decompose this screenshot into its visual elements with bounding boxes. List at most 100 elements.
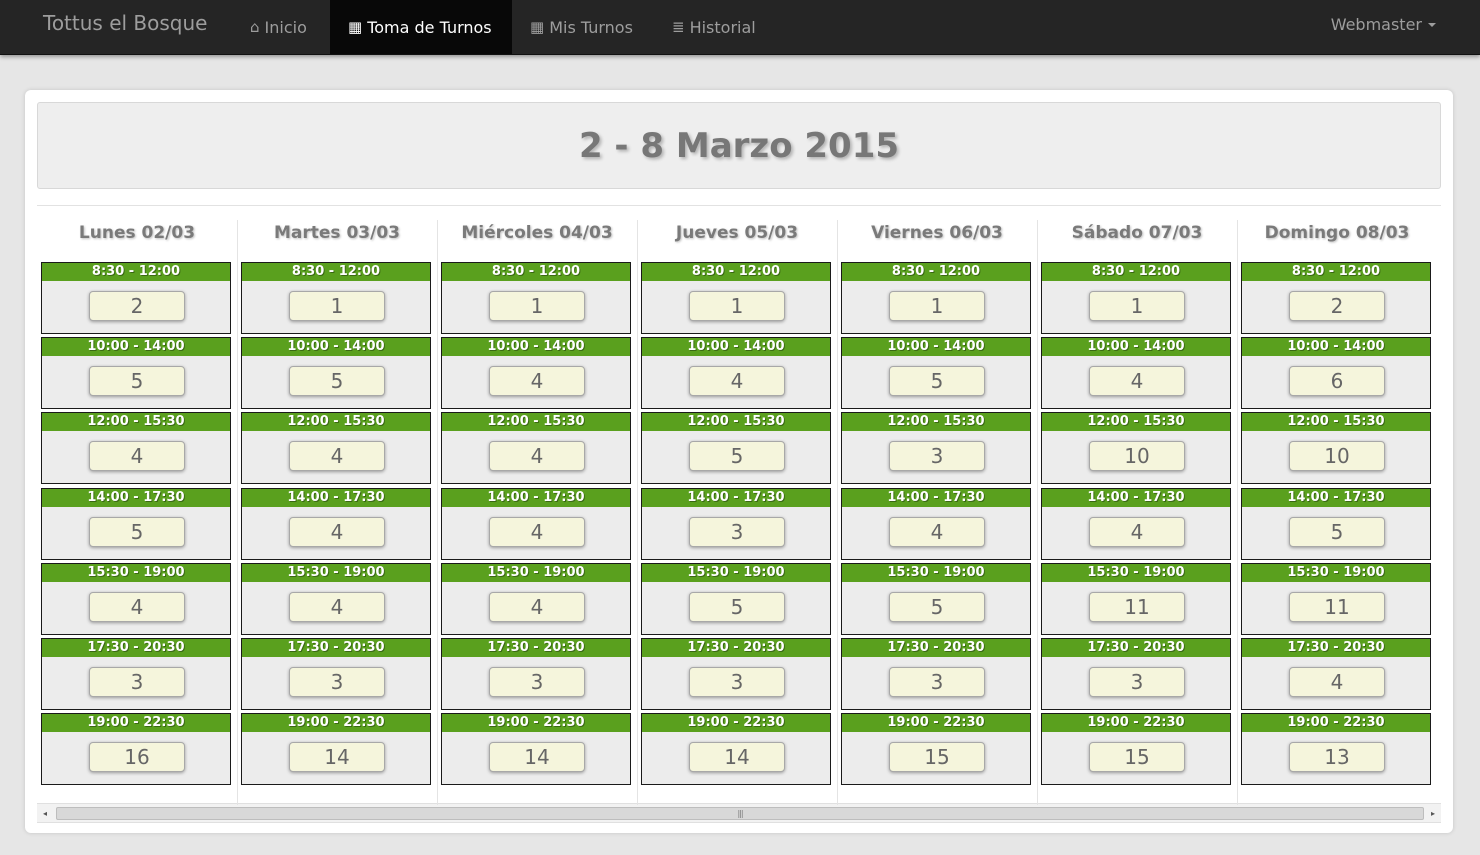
shift-count-button[interactable]: 14: [289, 742, 385, 772]
shift-time: 17:30 - 20:30: [1042, 639, 1230, 657]
shift-count-button[interactable]: 5: [89, 517, 185, 547]
shift-time: 15:30 - 19:00: [242, 564, 430, 582]
shift-slot: 15:30 - 19:00 5: [641, 563, 831, 635]
shift-count-button[interactable]: 5: [889, 592, 985, 622]
shift-time: 15:30 - 19:00: [42, 564, 230, 582]
shift-count-button[interactable]: 10: [1289, 441, 1385, 471]
horizontal-scrollbar[interactable]: ◂ ||| ▸: [37, 803, 1441, 823]
shift-count-button[interactable]: 3: [489, 667, 585, 697]
shift-slot: 8:30 - 12:00 2: [41, 262, 231, 334]
shift-time: 19:00 - 22:30: [442, 714, 630, 732]
shift-count-button[interactable]: 2: [89, 291, 185, 321]
nav-historial-label: Historial: [689, 17, 756, 37]
shift-count-button[interactable]: 4: [489, 517, 585, 547]
shift-time: 15:30 - 19:00: [442, 564, 630, 582]
shift-count-button[interactable]: 5: [689, 441, 785, 471]
shift-count-button[interactable]: 13: [1289, 742, 1385, 772]
shift-time: 12:00 - 15:30: [1242, 413, 1430, 431]
shift-count-button[interactable]: 4: [1289, 667, 1385, 697]
shift-count-button[interactable]: 3: [689, 667, 785, 697]
shift-count-button[interactable]: 4: [1089, 517, 1185, 547]
shift-count-button[interactable]: 4: [289, 441, 385, 471]
shift-slot: 12:00 - 15:30 3: [841, 412, 1031, 484]
week-title: 2 - 8 Marzo 2015: [578, 125, 900, 166]
shift-count-button[interactable]: 11: [1289, 592, 1385, 622]
shift-slot: 8:30 - 12:00 1: [241, 262, 431, 334]
shift-count-button[interactable]: 5: [689, 592, 785, 622]
shift-count-button[interactable]: 3: [1089, 667, 1185, 697]
shift-time: 17:30 - 20:30: [1242, 639, 1430, 657]
shift-time: 8:30 - 12:00: [442, 263, 630, 281]
shift-time: 10:00 - 14:00: [842, 338, 1030, 356]
shift-count-button[interactable]: 4: [889, 517, 985, 547]
shift-count-button[interactable]: 4: [289, 517, 385, 547]
shift-count-button[interactable]: 4: [489, 592, 585, 622]
scroll-right-arrow-icon[interactable]: ▸: [1425, 804, 1441, 822]
shift-slot: 14:00 - 17:30 3: [641, 488, 831, 560]
nav-historial[interactable]: ≣ Historial: [654, 0, 774, 54]
shift-count-button[interactable]: 3: [889, 441, 985, 471]
shift-count-button[interactable]: 14: [689, 742, 785, 772]
shift-time: 14:00 - 17:30: [1242, 489, 1430, 507]
shift-time: 15:30 - 19:00: [642, 564, 830, 582]
nav-mis-turnos[interactable]: ▦ Mis Turnos: [512, 0, 651, 54]
shift-count-button[interactable]: 3: [689, 517, 785, 547]
shift-count-button[interactable]: 14: [489, 742, 585, 772]
shift-count-button[interactable]: 4: [489, 366, 585, 396]
scroll-thumb[interactable]: |||: [56, 807, 1424, 820]
shift-time: 14:00 - 17:30: [242, 489, 430, 507]
scroll-left-arrow-icon[interactable]: ◂: [37, 804, 53, 822]
shift-count-button[interactable]: 3: [89, 667, 185, 697]
shift-count-button[interactable]: 11: [1089, 592, 1185, 622]
calendar-icon: ▦: [348, 17, 363, 36]
shift-time: 10:00 - 14:00: [242, 338, 430, 356]
shift-slot: 10:00 - 14:00 4: [1041, 337, 1231, 409]
shift-count-button[interactable]: 4: [89, 592, 185, 622]
day-header: Lunes 02/03: [78, 223, 196, 243]
shift-time: 10:00 - 14:00: [642, 338, 830, 356]
shift-count-button[interactable]: 1: [1089, 291, 1185, 321]
shift-count-button[interactable]: 5: [289, 366, 385, 396]
shift-count-button[interactable]: 4: [489, 441, 585, 471]
shift-time: 17:30 - 20:30: [42, 639, 230, 657]
shift-slot: 14:00 - 17:30 5: [1241, 488, 1431, 560]
shift-count-button[interactable]: 1: [889, 291, 985, 321]
shift-slot: 17:30 - 20:30 3: [841, 638, 1031, 710]
nav-inicio-label: Inicio: [264, 17, 307, 37]
shift-count-button[interactable]: 5: [1289, 517, 1385, 547]
day-header: Jueves 05/03: [675, 223, 799, 243]
nav-toma-de-turnos[interactable]: ▦ Toma de Turnos: [330, 0, 512, 54]
shift-count-button[interactable]: 4: [1089, 366, 1185, 396]
shift-count-button[interactable]: 15: [1089, 742, 1185, 772]
shift-count-button[interactable]: 1: [289, 291, 385, 321]
shift-count-button[interactable]: 1: [489, 291, 585, 321]
shift-slot: 15:30 - 19:00 4: [441, 563, 631, 635]
day-column: Miércoles 04/03 8:30 - 12:00 1 10:00 - 14:0…: [437, 208, 637, 803]
shift-count-button[interactable]: 2: [1289, 291, 1385, 321]
shift-slot: 12:00 - 15:30 4: [241, 412, 431, 484]
shift-time: 15:30 - 19:00: [1042, 564, 1230, 582]
shift-count-button[interactable]: 4: [289, 592, 385, 622]
shift-time: 17:30 - 20:30: [842, 639, 1030, 657]
brand-name[interactable]: Tottus el Bosque: [43, 11, 207, 35]
shift-count-button[interactable]: 15: [889, 742, 985, 772]
shift-count-button[interactable]: 3: [889, 667, 985, 697]
shift-count-button[interactable]: 4: [89, 441, 185, 471]
shift-count-button[interactable]: 1: [689, 291, 785, 321]
shift-count-button[interactable]: 10: [1089, 441, 1185, 471]
day-header: Martes 03/03: [274, 223, 400, 243]
nav-toma-de-turnos-label: Toma de Turnos: [367, 17, 492, 37]
shift-slot: 14:00 - 17:30 4: [441, 488, 631, 560]
user-menu[interactable]: Webmaster: [1331, 0, 1436, 48]
nav-inicio[interactable]: ⌂ Inicio: [232, 0, 325, 54]
shift-time: 19:00 - 22:30: [1042, 714, 1230, 732]
shift-count-button[interactable]: 6: [1289, 366, 1385, 396]
shift-count-button[interactable]: 5: [89, 366, 185, 396]
shift-count-button[interactable]: 16: [89, 742, 185, 772]
column-separator: [1037, 220, 1038, 805]
day-column: Domingo 08/03 8:30 - 12:00 2 10:00 - 14:00 6…: [1237, 208, 1437, 803]
shift-count-button[interactable]: 3: [289, 667, 385, 697]
shift-time: 12:00 - 15:30: [442, 413, 630, 431]
shift-count-button[interactable]: 5: [889, 366, 985, 396]
shift-count-button[interactable]: 4: [689, 366, 785, 396]
